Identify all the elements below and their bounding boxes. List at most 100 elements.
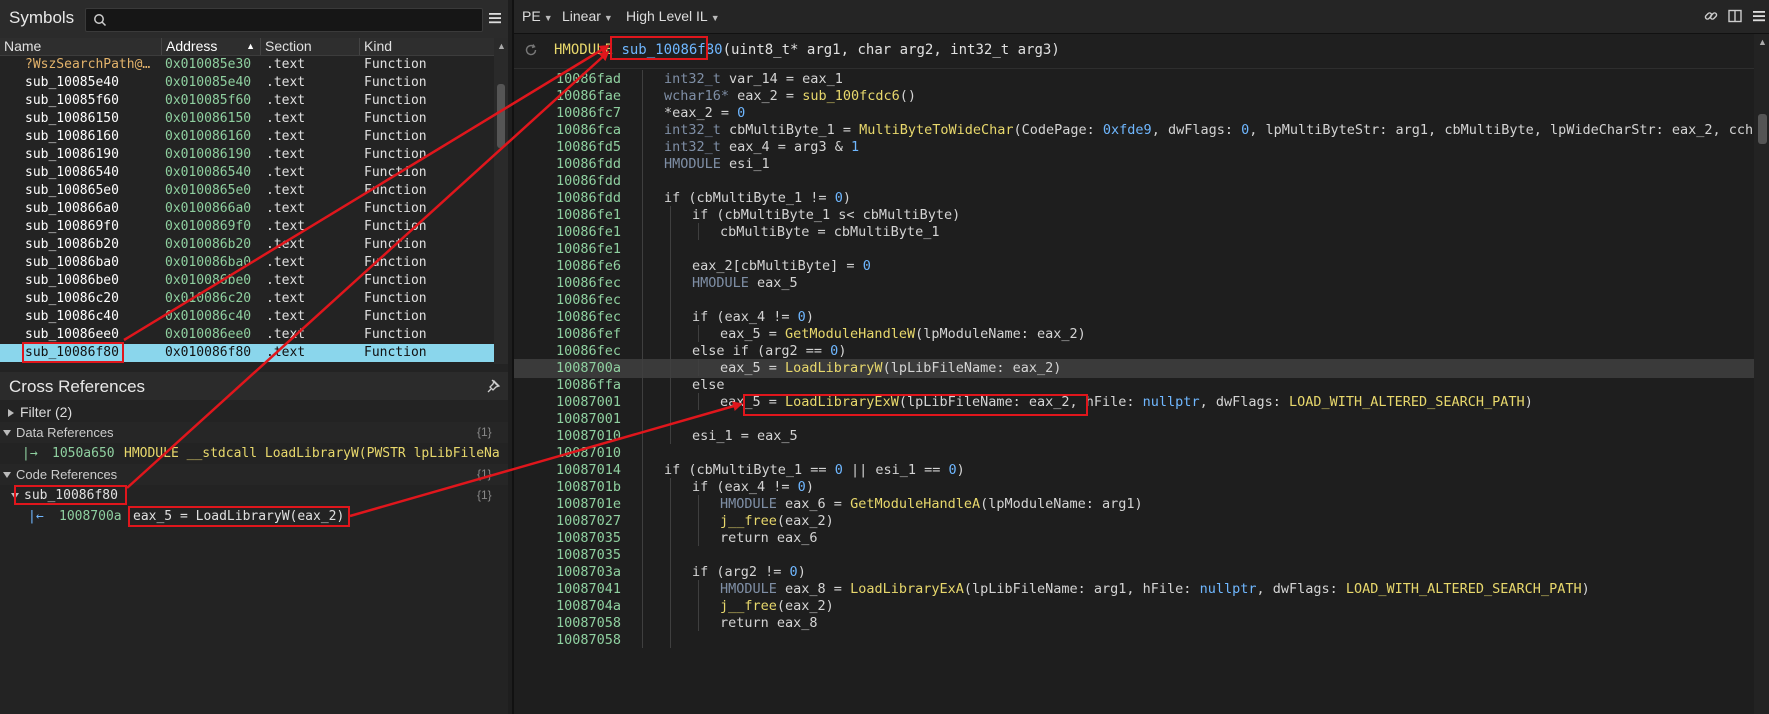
symbol-row[interactable]: sub_10085e40 0x010085e40 .text Function <box>0 74 494 92</box>
column-header-address[interactable]: Address ▲ <box>162 38 261 55</box>
symbol-row[interactable]: sub_100866a0 0x0100866a0 .text Function <box>0 200 494 218</box>
symbol-section: .text <box>266 111 306 126</box>
symbol-row[interactable]: sub_10086190 0x010086190 .text Function <box>0 146 494 164</box>
symbol-row[interactable]: sub_10086c40 0x010086c40 .text Function <box>0 308 494 326</box>
indent-guide <box>698 614 699 631</box>
indent-guide <box>670 223 671 240</box>
code-line-address: 10087058 <box>556 632 622 648</box>
code-scrollbar[interactable]: ▲ <box>1754 34 1769 714</box>
indent-guide <box>642 342 643 359</box>
symbol-row[interactable]: sub_10086b20 0x010086b20 .text Function <box>0 236 494 254</box>
indent-guide <box>670 308 671 325</box>
symbol-row[interactable]: sub_10086160 0x010086160 .text Function <box>0 128 494 146</box>
symbol-kind: Function <box>364 201 427 216</box>
indent-guide <box>642 461 643 478</box>
symbol-kind: Function <box>364 93 427 108</box>
symbol-row[interactable]: sub_100869f0 0x0100869f0 .text Function <box>0 218 494 236</box>
scroll-up-icon[interactable]: ▲ <box>497 41 506 51</box>
symbol-address: 0x010086150 <box>165 111 252 126</box>
symbol-address: 0x010086160 <box>165 129 252 144</box>
symbol-address: 0x010086b20 <box>165 237 252 252</box>
toolbar-icons <box>1699 8 1767 27</box>
xref-filter-row[interactable]: Filter (2) <box>0 402 508 423</box>
symbol-kind: Function <box>364 165 427 180</box>
symbol-kind: Function <box>364 129 427 144</box>
column-header-name[interactable]: Name <box>0 38 162 55</box>
symbol-row[interactable]: sub_100865e0 0x0100865e0 .text Function <box>0 182 494 200</box>
indent-guide <box>670 342 671 359</box>
symbols-search-input[interactable] <box>85 8 483 32</box>
indent-guide <box>642 325 643 342</box>
symbol-row[interactable]: sub_10085f60 0x010085f60 .text Function <box>0 92 494 110</box>
symbols-scroll-thumb[interactable] <box>497 84 505 148</box>
column-header-kind[interactable]: Kind <box>360 38 494 55</box>
annotation-box-function-name <box>610 36 708 60</box>
symbol-name: sub_10086190 <box>25 147 119 162</box>
code-reference-function-count: {1} <box>477 488 492 502</box>
chevron-down-icon <box>3 472 11 478</box>
indent-guide <box>642 427 643 444</box>
symbol-kind: Function <box>364 237 427 252</box>
symbol-section: .text <box>266 345 306 360</box>
indent-guide <box>670 376 671 393</box>
link-icon[interactable] <box>1703 8 1719 24</box>
data-references-group[interactable]: Data References {1} <box>0 422 508 443</box>
symbol-section: .text <box>266 165 306 180</box>
function-params: (uint8_t* arg1, char arg2, int32_t arg3) <box>722 42 1060 58</box>
symbol-section: .text <box>266 273 306 288</box>
indent-guide <box>642 121 643 138</box>
symbols-title: Symbols <box>9 8 75 27</box>
split-view-icon[interactable] <box>1727 8 1743 24</box>
dropdown-caret-icon: ▼ <box>543 13 553 23</box>
platform-dropdown[interactable]: PE ▼ <box>522 8 553 24</box>
symbol-row[interactable]: sub_10086be0 0x010086be0 .text Function <box>0 272 494 290</box>
symbol-address: 0x010086ee0 <box>165 327 252 342</box>
symbol-kind: Function <box>364 309 427 324</box>
indent-guide <box>698 529 699 546</box>
symbol-row[interactable]: sub_10086c20 0x010086c20 .text Function <box>0 290 494 308</box>
dropdown-caret-icon: ▼ <box>603 13 613 23</box>
indent-guide <box>642 87 643 104</box>
data-references-count: {1} <box>477 425 492 439</box>
code-scroll-thumb[interactable] <box>1758 114 1767 144</box>
symbol-row[interactable]: sub_10086540 0x010086540 .text Function <box>0 164 494 182</box>
code-line[interactable]: 10087058 <box>514 631 1754 650</box>
pin-icon[interactable] <box>487 379 501 393</box>
symbols-scrollbar[interactable]: ▲ <box>494 38 508 364</box>
indent-guide <box>670 478 671 495</box>
indent-guide <box>642 291 643 308</box>
indent-guide <box>642 512 643 529</box>
symbol-section: .text <box>266 219 306 234</box>
refresh-icon[interactable] <box>524 43 538 57</box>
indent-guide <box>670 206 671 223</box>
symbol-row[interactable]: sub_10086150 0x010086150 .text Function <box>0 110 494 128</box>
symbol-row[interactable]: sub_10086ba0 0x010086ba0 .text Function <box>0 254 494 272</box>
right-pane: PE ▼ Linear ▼ High Level IL ▼ HMODULE su… <box>512 0 1769 714</box>
column-header-section[interactable]: Section <box>261 38 360 55</box>
il-level-dropdown[interactable]: High Level IL ▼ <box>626 8 720 24</box>
hamburger-menu-icon[interactable] <box>487 10 503 26</box>
symbol-address: 0x010085e40 <box>165 75 252 90</box>
data-references-label: Data References <box>16 425 114 440</box>
view-toolbar: PE ▼ Linear ▼ High Level IL ▼ <box>514 0 1769 34</box>
view-mode-dropdown[interactable]: Linear ▼ <box>562 8 613 24</box>
code-references-count: {1} <box>477 467 492 481</box>
hamburger-menu-icon[interactable] <box>1751 8 1767 24</box>
hlil-code-view[interactable]: 10086fad int32_t var_14 = eax_1 10086fae wc… <box>514 70 1754 714</box>
indent-guide <box>642 274 643 291</box>
scroll-up-icon[interactable]: ▲ <box>1758 37 1767 47</box>
symbol-address: 0x010085f60 <box>165 93 252 108</box>
data-reference-item[interactable]: |→ 1050a650 HMODULE __stdcall LoadLibrar… <box>0 443 508 464</box>
incoming-ref-icon: |← <box>28 509 44 524</box>
symbol-name: sub_10086c40 <box>25 309 119 324</box>
annotation-box-selected-symbol <box>22 342 124 363</box>
code-references-group[interactable]: Code References {1} <box>0 464 508 485</box>
symbol-kind: Function <box>364 291 427 306</box>
indent-guide <box>670 257 671 274</box>
chevron-right-icon <box>8 409 14 417</box>
symbol-kind: Function <box>364 255 427 270</box>
symbol-row[interactable]: ?WszSearchPath@… 0x010085e30 .text Function <box>0 56 494 74</box>
annotation-box-xref-code <box>128 506 350 527</box>
symbol-name: sub_10086be0 <box>25 273 119 288</box>
column-header-address-label: Address <box>166 38 218 54</box>
